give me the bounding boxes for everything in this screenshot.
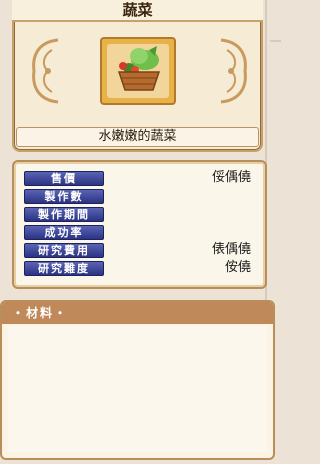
stat-row-success-rate: 成功率 [24,225,259,240]
price-value: 俀偊僥 [211,170,251,185]
materials-panel: ・材料・ [0,300,275,460]
success-rate-label: 成功率 [24,225,104,240]
stat-row-price: 售價 俀偊僥 [24,170,259,186]
item-description: 水嫩嫩的蔬菜 [16,127,259,147]
stat-row-research-difficulty: 研究難度 侒僥 [24,260,259,276]
materials-title: ・材料・ [12,306,69,320]
research-difficulty-value: 侒僥 [224,260,251,275]
production-count-label: 製作數 [24,189,104,204]
research-cost-value: 俵偊僥 [211,242,251,257]
price-label: 售價 [24,171,104,186]
item-title: 蔬菜 [12,0,263,22]
stat-row-production-time: 製作期間 [24,207,259,222]
research-difficulty-label: 研究難度 [24,261,104,276]
stat-row-production-count: 製作數 [24,189,259,204]
background-line [270,40,281,42]
left-ornament-icon [32,38,59,104]
materials-list [8,326,267,452]
materials-header: ・材料・ [2,302,273,324]
vegetable-basket-icon [117,46,161,91]
research-cost-label: 研究費用 [24,243,104,258]
production-time-label: 製作期間 [24,207,104,222]
item-stats-panel: 售價 俀偊僥 製作數 製作期間 成功率 研究費用 俵偊僥 研究難度 侒僥 [12,160,267,289]
item-icon-frame [100,37,176,105]
stat-row-research-cost: 研究費用 俵偊僥 [24,242,259,258]
right-ornament-icon [220,38,247,104]
